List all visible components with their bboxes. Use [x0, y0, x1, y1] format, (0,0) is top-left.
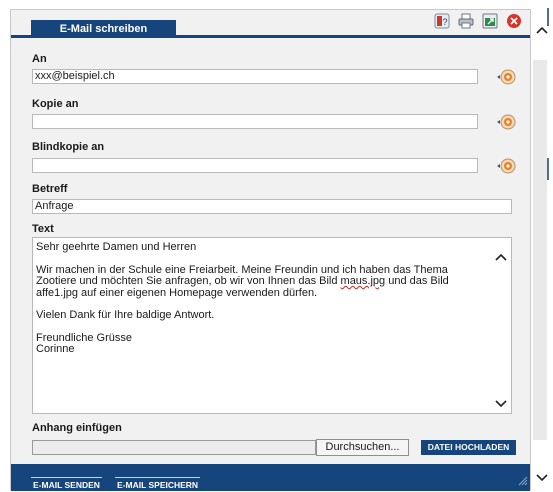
svg-text:?: ? — [442, 17, 447, 27]
attachment-file-field[interactable] — [32, 440, 316, 455]
textarea-scroll-up-icon[interactable] — [495, 252, 507, 262]
print-icon[interactable] — [458, 13, 474, 29]
address-book-icon — [497, 158, 516, 174]
page-scrollbar[interactable] — [531, 0, 553, 490]
message-content: Sehr geehrte Damen und Herren Wir machen… — [36, 241, 486, 356]
help-icon[interactable]: ? — [434, 13, 450, 29]
message-greeting: Sehr geehrte Damen und Herren — [36, 241, 197, 253]
misspelled-word: maus.jpg — [340, 275, 386, 287]
to-label: An — [32, 53, 47, 65]
message-textarea[interactable]: Sehr geehrte Damen und Herren Wir machen… — [32, 237, 512, 414]
footer-bar: E-MAIL SENDEN E-MAIL SPEICHERN — [11, 464, 530, 491]
upload-file-button[interactable]: DATEI HOCHLADEN — [421, 440, 516, 455]
compose-panel: E-Mail schreiben ? An xxx@beispiel.ch Ko… — [10, 9, 531, 491]
textarea-scroll-down-icon[interactable] — [495, 399, 507, 409]
message-body: Wir machen in der Schule eine Freiarbeit… — [36, 264, 486, 300]
edge-divider — [547, 158, 549, 180]
message-thanks: Vielen Dank für Ihre baldige Antwort. — [36, 309, 215, 321]
scroll-track[interactable] — [533, 60, 547, 440]
to-address-book-button[interactable] — [495, 68, 517, 86]
message-signature: Corinne — [36, 343, 75, 355]
save-email-button[interactable]: E-MAIL SPEICHERN — [115, 477, 201, 491]
scroll-down-icon[interactable] — [535, 472, 549, 484]
email-compose-window: E-Mail schreiben ? An xxx@beispiel.ch Ko… — [0, 0, 553, 491]
bcc-input[interactable] — [32, 158, 478, 173]
resize-grip-icon[interactable] — [518, 476, 528, 489]
to-input[interactable]: xxx@beispiel.ch — [32, 69, 478, 84]
bcc-address-book-button[interactable] — [495, 157, 517, 175]
cc-address-book-button[interactable] — [495, 113, 517, 131]
bcc-label: Blindkopie an — [32, 141, 105, 153]
message-closing: Freundliche Grüsse — [36, 331, 132, 344]
cc-input[interactable] — [32, 114, 478, 129]
attachment-label: Anhang einfügen — [32, 422, 122, 434]
browse-button[interactable]: Durchsuchen... — [316, 439, 409, 456]
send-email-button[interactable]: E-MAIL SENDEN — [31, 477, 102, 491]
header-toolbar: ? — [434, 13, 522, 29]
subject-input[interactable]: Anfrage — [32, 199, 512, 214]
close-icon[interactable] — [506, 13, 522, 29]
address-book-icon — [497, 69, 516, 85]
popout-icon[interactable] — [482, 13, 498, 29]
window-title: E-Mail schreiben — [31, 20, 176, 38]
edge-divider — [547, 8, 549, 26]
panel-header: E-Mail schreiben ? — [11, 10, 530, 38]
subject-label: Betreff — [32, 183, 68, 195]
cc-label: Kopie an — [32, 98, 79, 110]
address-book-icon — [497, 114, 516, 130]
text-label: Text — [32, 223, 54, 235]
